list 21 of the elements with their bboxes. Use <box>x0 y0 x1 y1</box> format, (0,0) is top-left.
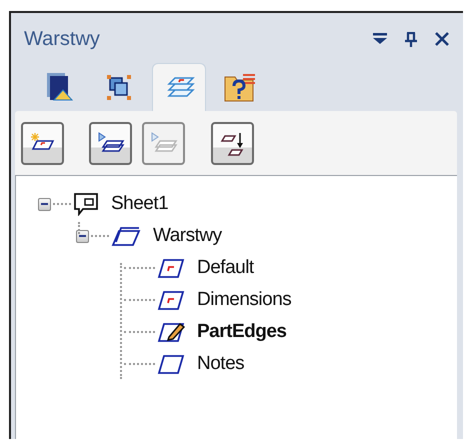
toolbar-button[interactable] <box>89 122 132 164</box>
tree-item-label[interactable]: Default <box>197 254 254 282</box>
collapse-toggle[interactable] <box>38 198 51 210</box>
dropdown-icon[interactable] <box>373 33 387 45</box>
tree-item-label[interactable]: Dimensions <box>197 286 292 314</box>
layer-icon <box>157 257 185 279</box>
close-icon[interactable] <box>435 32 449 46</box>
tree-item-label[interactable]: Notes <box>197 350 244 378</box>
pin-icon[interactable] <box>405 32 417 46</box>
layer-icon <box>157 353 185 375</box>
tree-item-label[interactable]: PartEdges <box>197 318 286 346</box>
toolbar-button[interactable] <box>211 122 254 164</box>
pencil-layer-icon <box>157 321 185 343</box>
layer-icon <box>157 289 185 311</box>
panel-title: Warstwy <box>24 27 101 52</box>
collapse-toggle[interactable] <box>76 230 89 242</box>
sheet-icon <box>73 192 99 216</box>
tree-item-label[interactable]: Warstwy <box>153 222 222 250</box>
layers-icon <box>111 225 141 247</box>
tree-item-label[interactable]: Sheet1 <box>111 190 168 218</box>
toolbar-button[interactable] <box>21 122 64 164</box>
